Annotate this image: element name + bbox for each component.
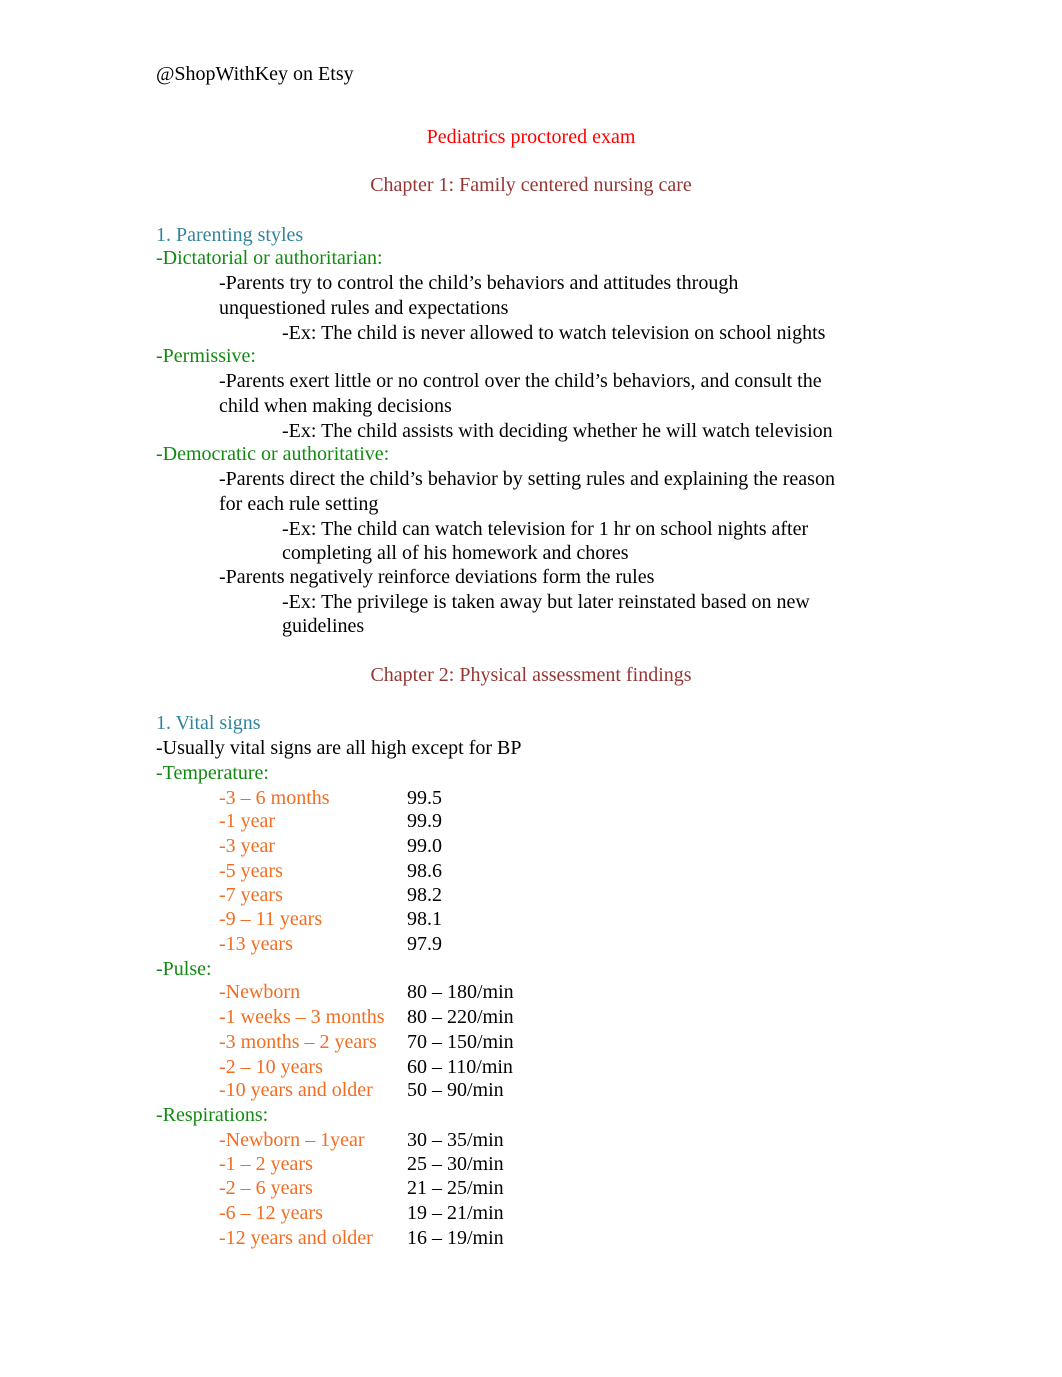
temperature-value: 99.5	[407, 787, 442, 809]
pulse-age: -3 months – 2 years	[219, 1031, 377, 1053]
document-title: Pediatrics proctored exam	[0, 125, 1062, 149]
temperature-age: -5 years	[219, 860, 283, 882]
pulse-value: 60 – 110/min	[407, 1056, 513, 1078]
style-example: completing all of his homework and chore…	[282, 542, 629, 564]
style-example: -Ex: The child can watch television for …	[282, 518, 809, 540]
credit-line: @ShopWithKey on Etsy	[156, 63, 354, 85]
pulse-age: -2 – 10 years	[219, 1056, 323, 1078]
style-name-dictatorial: -Dictatorial or authoritarian:	[156, 247, 383, 269]
pulse-value: 70 – 150/min	[407, 1031, 514, 1053]
pulse-label: -Pulse:	[156, 958, 212, 980]
chapter-2-heading: Chapter 2: Physical assessment findings	[0, 663, 1062, 687]
temperature-value: 99.0	[407, 835, 442, 857]
respirations-age: -12 years and older	[219, 1227, 373, 1249]
style-desc: for each rule setting	[219, 493, 379, 515]
temperature-value: 98.1	[407, 908, 442, 930]
chapter-2-heading-text: Chapter 2: Physical assessment findings	[370, 664, 692, 686]
pulse-value: 80 – 220/min	[407, 1006, 514, 1028]
temperature-value: 98.6	[407, 860, 442, 882]
chapter-1-heading: Chapter 1: Family centered nursing care	[0, 173, 1062, 197]
respirations-age: -6 – 12 years	[219, 1202, 323, 1224]
respirations-value: 30 – 35/min	[407, 1129, 504, 1151]
temperature-age: -9 – 11 years	[219, 908, 323, 930]
style-name-democratic: -Democratic or authoritative:	[156, 443, 390, 465]
temperature-value: 99.9	[407, 810, 442, 832]
temperature-value: 97.9	[407, 933, 442, 955]
style-example: guidelines	[282, 615, 365, 637]
pulse-value: 50 – 90/min	[407, 1079, 504, 1101]
temperature-label: -Temperature:	[156, 762, 269, 784]
style-name-permissive: -Permissive:	[156, 345, 256, 367]
section-parenting-styles: 1. Parenting styles	[156, 224, 304, 246]
style-example: -Ex: The child assists with deciding whe…	[282, 420, 833, 442]
temperature-age: -7 years	[219, 884, 283, 906]
pulse-age: -Newborn	[219, 981, 301, 1003]
vital-signs-note: -Usually vital signs are all high except…	[156, 737, 522, 759]
style-example: -Ex: The privilege is taken away but lat…	[282, 591, 810, 613]
respirations-value: 16 – 19/min	[407, 1227, 504, 1249]
respirations-value: 25 – 30/min	[407, 1153, 504, 1175]
pulse-value: 80 – 180/min	[407, 981, 514, 1003]
document-page: @ShopWithKey on Etsy Pediatrics proctore…	[0, 0, 1062, 1377]
respirations-age: -2 – 6 years	[219, 1177, 313, 1199]
temperature-value: 98.2	[407, 884, 442, 906]
style-desc: -Parents negatively reinforce deviations…	[219, 566, 655, 588]
temperature-age: -3 year	[219, 835, 276, 857]
temperature-age: -3 – 6 months	[219, 787, 330, 809]
temperature-age: -1 year	[219, 810, 276, 832]
style-desc: -Parents try to control the child’s beha…	[219, 272, 739, 294]
style-desc: -Parents direct the child’s behavior by …	[219, 468, 835, 490]
pulse-age: -10 years and older	[219, 1079, 373, 1101]
respirations-label: -Respirations:	[156, 1104, 269, 1126]
respirations-age: -Newborn – 1year	[219, 1129, 365, 1151]
style-example: -Ex: The child is never allowed to watch…	[282, 322, 826, 344]
section-vital-signs: 1. Vital signs	[156, 712, 261, 734]
temperature-age: -13 years	[219, 933, 293, 955]
style-desc: unquestioned rules and expectations	[219, 297, 509, 319]
respirations-value: 19 – 21/min	[407, 1202, 504, 1224]
style-desc: -Parents exert little or no control over…	[219, 370, 822, 392]
document-title-text: Pediatrics proctored exam	[426, 126, 636, 148]
style-desc: child when making decisions	[219, 395, 452, 417]
chapter-1-heading-text: Chapter 1: Family centered nursing care	[370, 174, 692, 196]
respirations-value: 21 – 25/min	[407, 1177, 504, 1199]
pulse-age: -1 weeks – 3 months	[219, 1006, 385, 1028]
respirations-age: -1 – 2 years	[219, 1153, 313, 1175]
